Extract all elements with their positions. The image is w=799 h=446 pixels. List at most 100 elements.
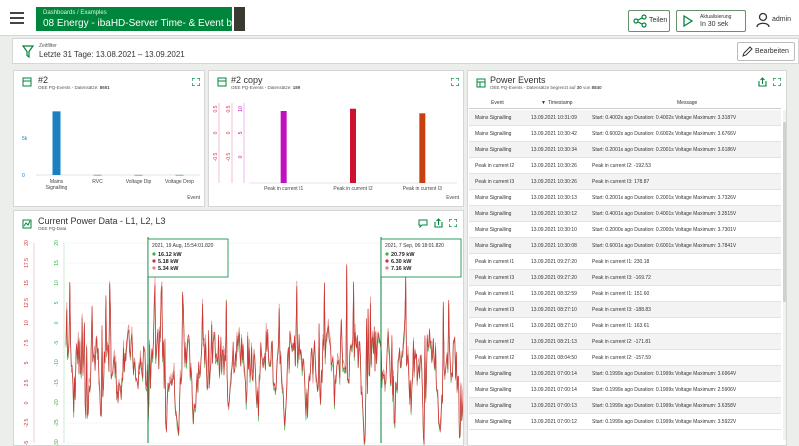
cell-message: Start: 0.4002s ago Duration: 0.4002s Vol… — [592, 115, 737, 121]
cell-message: Start: 0.1999s ago Duration: 0.1999s Vol… — [592, 403, 737, 409]
share-button[interactable]: Teilen — [628, 10, 670, 32]
cell-message: Start: 0.2001s ago Duration: 0.2001s Vol… — [592, 195, 737, 201]
x-tick-label: Mains Signalling — [46, 179, 68, 191]
cell-timestamp: 13.09.2021 07:00:12 — [531, 419, 577, 425]
y-tick-label: 0 — [238, 155, 244, 158]
table-row[interactable]: Mains Signalling 13.09.2021 07:00:13 Start… — [469, 398, 781, 414]
table-row[interactable]: Peak in current I2 13.09.2021 08:04:50 Pea… — [469, 350, 781, 366]
table-row[interactable]: Peak in current I2 13.09.2021 10:30:26 Pea… — [469, 158, 781, 174]
column-header-message[interactable]: Message — [677, 100, 697, 106]
y-tick-label: 0.5 — [226, 105, 232, 112]
series-line — [65, 263, 463, 444]
y-tick-label: 5k — [22, 136, 28, 142]
panel-title: Current Power Data - L1, L2, L3 — [38, 216, 166, 226]
tooltip-date: 2021, 7 Sep, 06:18:01.820 — [385, 243, 444, 249]
y-tick-label: -5 — [24, 441, 30, 446]
breadcrumb[interactable]: Dashboards / Examples — [43, 10, 107, 16]
bar — [419, 113, 426, 183]
cell-timestamp: 13.09.2021 10:30:13 — [531, 195, 577, 201]
y-tick-label: 7.5 — [24, 339, 30, 346]
table-row[interactable]: Peak in current I3 13.09.2021 08:27:10 Pea… — [469, 302, 781, 318]
time-filter-bar[interactable]: Zeitfilter Letzte 31 Tage: 13.08.2021 – … — [12, 38, 799, 64]
y-tick-label: 10 — [24, 320, 30, 326]
table-row[interactable]: Mains Signalling 13.09.2021 07:00:14 Start… — [469, 382, 781, 398]
table-row[interactable]: Peak in current I1 13.09.2021 08:32:59 Pea… — [469, 286, 781, 302]
user-name: admin — [772, 16, 792, 23]
table-row[interactable]: Mains Signalling 13.09.2021 10:31:09 Start… — [469, 110, 781, 126]
expand-icon[interactable] — [773, 78, 781, 86]
y-tick-label: 2.5 — [24, 379, 30, 386]
table-row[interactable]: Peak in current I2 13.09.2021 08:21:13 Pea… — [469, 334, 781, 350]
table-row[interactable]: Mains Signalling 13.09.2021 07:00:14 Start… — [469, 366, 781, 382]
table-row[interactable]: Mains Signalling 13.09.2021 07:00:12 Start… — [469, 414, 781, 430]
cell-message: Start: 0.1999s ago Duration: 0.1999s Vol… — [592, 387, 737, 393]
table-panel-icon — [476, 78, 486, 88]
x-tick-label: Peak in current I1 — [264, 186, 303, 192]
filter-label: Zeitfilter — [39, 43, 57, 49]
dashboard-thumbnail — [234, 7, 245, 31]
y-tick-label: -20 — [54, 399, 60, 406]
y-tick-label: 10 — [238, 106, 244, 112]
cell-event: Peak in current I2 — [475, 339, 515, 345]
cell-event: Peak in current I3 — [475, 307, 515, 313]
comment-icon[interactable] — [418, 219, 428, 228]
sort-desc-icon[interactable]: ▼ — [541, 100, 546, 106]
y-tick-label: 17.5 — [24, 258, 30, 268]
y-tick-label: 15 — [24, 280, 30, 286]
panel-event-count: #2 OEE PQ-Events - Datensätze: 8651 5k 0 M… — [13, 70, 205, 207]
table-row[interactable]: Mains Signalling 13.09.2021 10:30:10 Start… — [469, 222, 781, 238]
cell-event: Mains Signalling — [475, 147, 512, 153]
cell-message: Peak in current I1: 230.18 — [592, 259, 650, 265]
cell-event: Mains Signalling — [475, 403, 512, 409]
table-row[interactable]: Mains Signalling 13.09.2021 10:30:13 Start… — [469, 190, 781, 206]
y-tick-label: 20 — [24, 240, 30, 246]
share-label: Teilen — [649, 17, 668, 24]
panel-title: #2 copy — [231, 75, 263, 85]
column-header-timestamp[interactable]: Timestamp — [548, 100, 573, 106]
refresh-button[interactable]: Aktualisierung In 30 sek — [676, 10, 746, 32]
table-row[interactable]: Peak in current I1 13.09.2021 09:27:20 Pea… — [469, 254, 781, 270]
x-axis-label: Event — [446, 195, 459, 201]
cell-timestamp: 13.09.2021 07:00:14 — [531, 371, 577, 377]
table-row[interactable]: Peak in current I1 13.09.2021 08:27:10 Pea… — [469, 318, 781, 334]
edit-button[interactable]: Bearbeiten — [737, 42, 795, 61]
event-bar-chart: 5k 0 Mains Signalling RVC Voltage Dip Voltage … — [22, 111, 201, 201]
table-row[interactable]: Mains Signalling 13.09.2021 10:30:42 Start… — [469, 126, 781, 142]
bar — [280, 111, 287, 183]
y-tick-label: -0.5 — [213, 152, 219, 161]
cursor-tooltip: 2021, 7 Sep, 06:18:01.820 20.79 kW6.30 kW… — [380, 238, 462, 278]
cell-event: Mains Signalling — [475, 419, 512, 425]
panel-subtitle: OEE PQ-Data — [38, 226, 67, 231]
cell-timestamp: 13.09.2021 07:00:13 — [531, 403, 577, 409]
expand-icon[interactable] — [449, 219, 457, 227]
y-tick-label: 12.5 — [24, 298, 30, 308]
tooltip-value: 20.79 kW — [391, 252, 415, 258]
legend-dot — [385, 266, 389, 270]
expand-icon[interactable] — [451, 78, 459, 86]
y-tick-label: 15 — [54, 260, 60, 266]
table-scrollbar[interactable] — [783, 110, 786, 440]
cell-timestamp: 13.09.2021 10:30:34 — [531, 147, 577, 153]
table-row[interactable]: Peak in current I3 13.09.2021 09:27:20 Pea… — [469, 270, 781, 286]
table-row[interactable]: Mains Signalling 13.09.2021 10:30:12 Start… — [469, 206, 781, 222]
export-icon[interactable] — [758, 77, 767, 87]
table-row[interactable]: Mains Signalling 13.09.2021 10:30:08 Start… — [469, 238, 781, 254]
cell-timestamp: 13.09.2021 10:30:10 — [531, 227, 577, 233]
subtitle-text: OEE PQ-Events - Datensätze: — [38, 85, 100, 90]
y-tick-label: 5 — [238, 131, 244, 134]
menu-icon[interactable] — [6, 6, 30, 30]
y-tick-label: 5 — [54, 301, 60, 304]
cell-message: Start: 0.4001s ago Duration: 0.4001s Vol… — [592, 211, 737, 217]
export-icon[interactable] — [434, 218, 443, 228]
cell-event: Peak in current I2 — [475, 163, 515, 169]
y-tick-label: 0 — [22, 173, 25, 179]
cell-timestamp: 13.09.2021 08:27:10 — [531, 323, 577, 329]
table-row[interactable]: Peak in current I3 13.09.2021 10:30:26 Pea… — [469, 174, 781, 190]
expand-icon[interactable] — [192, 78, 200, 86]
table-row[interactable]: Mains Signalling 13.09.2021 10:30:34 Start… — [469, 142, 781, 158]
legend-dot — [152, 266, 156, 270]
scrollbar-thumb[interactable] — [783, 122, 786, 302]
column-header-event[interactable]: Event — [491, 100, 504, 106]
y-tick-label: -30 — [54, 439, 60, 446]
cell-timestamp: 13.09.2021 08:21:13 — [531, 339, 577, 345]
